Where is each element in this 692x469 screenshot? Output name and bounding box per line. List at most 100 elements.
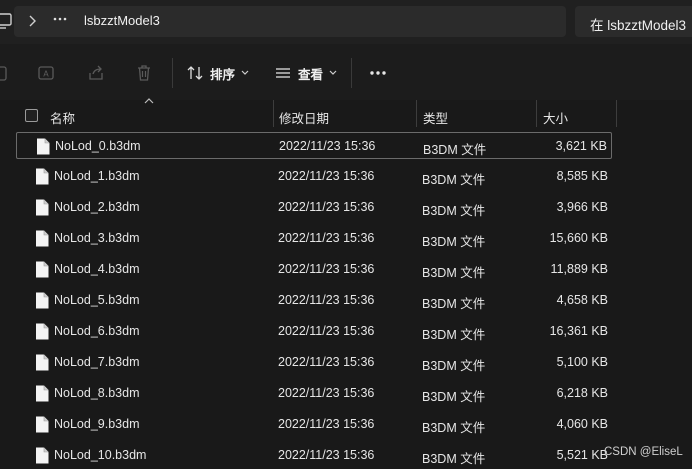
file-icon xyxy=(36,261,49,278)
command-bar: A 排序 查看 xyxy=(0,44,692,100)
file-modified-date: 2022/11/23 15:36 xyxy=(278,169,375,183)
sort-label: 排序 xyxy=(210,67,236,82)
file-type: B3DM 文件 xyxy=(423,143,487,157)
file-size: 8,585 KB xyxy=(556,169,608,183)
view-list-icon xyxy=(276,68,290,78)
column-divider[interactable] xyxy=(416,100,417,127)
file-name: NoLod_9.b3dm xyxy=(54,417,140,431)
view-button[interactable]: 查看 xyxy=(274,62,337,84)
file-row[interactable]: NoLod_6.b3dm 2022/11/23 15:36 B3DM 文件 16,36… xyxy=(16,318,612,345)
file-size: 4,658 KB xyxy=(556,293,608,307)
file-name: NoLod_1.b3dm xyxy=(54,169,140,183)
file-type: B3DM 文件 xyxy=(422,266,486,280)
file-type: B3DM 文件 xyxy=(422,328,486,342)
column-divider[interactable] xyxy=(616,100,617,127)
file-icon xyxy=(36,168,49,185)
file-modified-date: 2022/11/23 15:36 xyxy=(278,448,375,462)
share-icon[interactable] xyxy=(87,64,105,82)
file-type: B3DM 文件 xyxy=(422,359,486,373)
file-modified-date: 2022/11/23 15:36 xyxy=(278,262,375,276)
view-label: 查看 xyxy=(298,67,324,82)
column-date-header[interactable]: 修改日期 xyxy=(279,108,329,127)
cut-icon[interactable] xyxy=(0,64,10,82)
file-name: NoLod_5.b3dm xyxy=(54,293,140,307)
file-type: B3DM 文件 xyxy=(422,390,486,404)
file-name: NoLod_6.b3dm xyxy=(54,324,140,338)
file-row[interactable]: NoLod_7.b3dm 2022/11/23 15:36 B3DM 文件 5,100… xyxy=(16,349,612,376)
file-name: NoLod_8.b3dm xyxy=(54,386,140,400)
file-type: B3DM 文件 xyxy=(422,173,486,187)
file-row[interactable]: NoLod_9.b3dm 2022/11/23 15:36 B3DM 文件 4,060… xyxy=(16,411,612,438)
file-row[interactable]: NoLod_10.b3dm 2022/11/23 15:36 B3DM 文件 5,52… xyxy=(16,442,612,469)
file-modified-date: 2022/11/23 15:36 xyxy=(278,324,375,338)
file-icon xyxy=(36,230,49,247)
file-icon xyxy=(36,385,49,402)
file-name: NoLod_2.b3dm xyxy=(54,200,140,214)
hidden-breadcrumbs-button[interactable] xyxy=(50,9,70,29)
see-more-icon[interactable] xyxy=(364,64,392,82)
file-name: NoLod_10.b3dm xyxy=(54,448,147,462)
more-horizontal-icon xyxy=(53,17,67,21)
file-modified-date: 2022/11/23 15:36 xyxy=(278,293,375,307)
file-modified-date: 2022/11/23 15:36 xyxy=(278,231,375,245)
column-type-header[interactable]: 类型 xyxy=(423,108,448,127)
file-name: NoLod_7.b3dm xyxy=(54,355,140,369)
toolbar-divider xyxy=(351,58,352,88)
chevron-down-icon xyxy=(241,70,249,75)
sort-ascending-icon xyxy=(144,98,154,104)
watermark-text: CSDN @EliseL xyxy=(604,446,683,458)
file-size: 16,361 KB xyxy=(549,324,608,338)
column-size-header[interactable]: 大小 xyxy=(543,108,568,127)
file-size: 4,060 KB xyxy=(556,417,608,431)
breadcrumb-current-folder[interactable]: lsbzztModel3 xyxy=(84,13,160,28)
file-row[interactable]: NoLod_4.b3dm 2022/11/23 15:36 B3DM 文件 11,88… xyxy=(16,256,612,283)
file-icon xyxy=(36,416,49,433)
file-row[interactable]: NoLod_0.b3dm 2022/11/23 15:36 B3DM 文件 3,621… xyxy=(16,132,612,159)
chevron-down-icon xyxy=(329,70,337,75)
search-input[interactable]: 在 lsbzztModel3 xyxy=(575,6,692,37)
file-name: NoLod_0.b3dm xyxy=(55,139,141,153)
column-name-header[interactable]: 名称 xyxy=(50,108,75,127)
file-type: B3DM 文件 xyxy=(422,235,486,249)
file-row[interactable]: NoLod_3.b3dm 2022/11/23 15:36 B3DM 文件 15,66… xyxy=(16,225,612,252)
file-type: B3DM 文件 xyxy=(422,297,486,311)
file-modified-date: 2022/11/23 15:36 xyxy=(278,200,375,214)
column-divider[interactable] xyxy=(273,100,274,127)
file-icon xyxy=(36,323,49,340)
file-row[interactable]: NoLod_1.b3dm 2022/11/23 15:36 B3DM 文件 8,585… xyxy=(16,163,612,190)
file-icon xyxy=(36,354,49,371)
sort-button[interactable]: 排序 xyxy=(186,62,249,84)
address-bar-row: lsbzztModel3 在 lsbzztModel3 xyxy=(0,0,692,44)
file-name: NoLod_3.b3dm xyxy=(54,231,140,245)
this-pc-icon[interactable] xyxy=(0,12,12,30)
delete-icon[interactable] xyxy=(135,64,153,82)
file-modified-date: 2022/11/23 15:36 xyxy=(278,386,375,400)
file-icon xyxy=(36,199,49,216)
file-row[interactable]: NoLod_2.b3dm 2022/11/23 15:36 B3DM 文件 3,966… xyxy=(16,194,612,221)
file-modified-date: 2022/11/23 15:36 xyxy=(278,355,375,369)
file-size: 11,889 KB xyxy=(550,262,608,276)
file-icon xyxy=(37,138,50,155)
chevron-right-icon[interactable] xyxy=(26,13,38,29)
file-type: B3DM 文件 xyxy=(422,421,486,435)
sort-icon xyxy=(187,66,203,80)
svg-text:A: A xyxy=(43,70,49,79)
file-name: NoLod_4.b3dm xyxy=(54,262,140,276)
file-explorer-window: lsbzztModel3 在 lsbzztModel3 A 排序 查看 名称 修… xyxy=(0,0,692,469)
file-type: B3DM 文件 xyxy=(422,204,486,218)
file-modified-date: 2022/11/23 15:36 xyxy=(279,139,376,153)
column-divider[interactable] xyxy=(536,100,537,127)
file-icon xyxy=(36,292,49,309)
file-size: 3,966 KB xyxy=(556,200,608,214)
search-placeholder: 在 lsbzztModel3 xyxy=(590,18,687,33)
file-size: 3,621 KB xyxy=(555,139,607,153)
select-all-checkbox[interactable] xyxy=(25,109,38,122)
file-row[interactable]: NoLod_5.b3dm 2022/11/23 15:36 B3DM 文件 4,658… xyxy=(16,287,612,314)
file-row[interactable]: NoLod_8.b3dm 2022/11/23 15:36 B3DM 文件 6,218… xyxy=(16,380,612,407)
file-size: 5,521 KB xyxy=(556,448,608,462)
rename-icon[interactable]: A xyxy=(37,64,55,82)
file-size: 15,660 KB xyxy=(549,231,608,245)
file-type: B3DM 文件 xyxy=(422,452,486,466)
file-size: 5,100 KB xyxy=(556,355,608,369)
file-modified-date: 2022/11/23 15:36 xyxy=(278,417,375,431)
